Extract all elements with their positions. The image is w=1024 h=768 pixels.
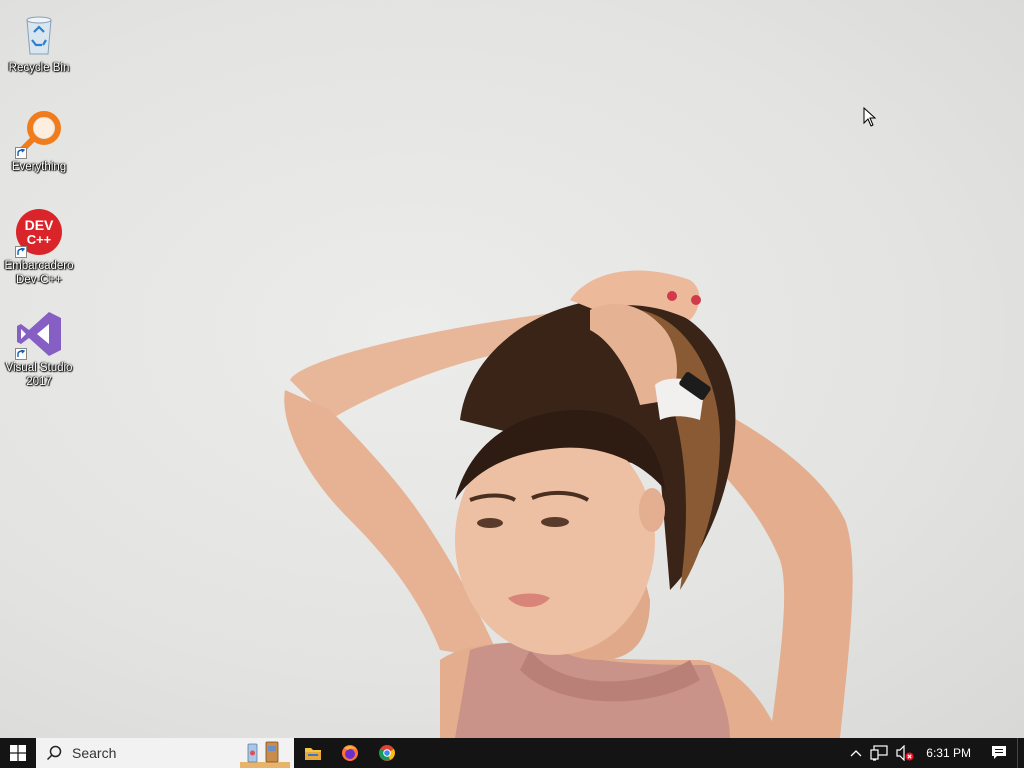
recycle-bin-icon xyxy=(15,10,63,58)
devcpp-icon: DEV C++ xyxy=(15,208,63,258)
network-icon xyxy=(870,745,888,761)
desktop-icon-visual-studio[interactable]: Visual Studio 2017 xyxy=(0,310,78,389)
desktop-icon-label: Embarcadero Dev-C++ xyxy=(4,260,74,286)
chevron-up-icon xyxy=(850,750,862,757)
desktop-icon-label: Everything xyxy=(11,161,67,173)
clock[interactable]: 6:31 PM xyxy=(918,746,981,760)
shortcut-arrow-icon xyxy=(15,348,27,360)
desktop-icon-label: Recycle Bin xyxy=(8,62,70,74)
show-desktop-button[interactable] xyxy=(1017,738,1024,768)
search-highlight-illustration xyxy=(236,738,294,768)
taskbar-file-explorer[interactable] xyxy=(294,738,331,768)
taskbar: Search 6:31 PM xyxy=(0,738,1024,768)
visual-studio-icon xyxy=(15,310,63,360)
taskbar-firefox[interactable] xyxy=(331,738,368,768)
shortcut-arrow-icon xyxy=(15,147,27,159)
folder-icon xyxy=(304,748,321,760)
show-hidden-icons-button[interactable] xyxy=(846,738,866,768)
volume-button[interactable] xyxy=(892,738,918,768)
shortcut-arrow-icon xyxy=(15,246,27,258)
devcpp-badge-line2: C++ xyxy=(27,232,52,247)
start-button[interactable] xyxy=(0,738,36,768)
firefox-icon xyxy=(341,745,358,761)
desktop-icon-devcpp[interactable]: DEV C++ Embarcadero Dev-C++ xyxy=(0,208,78,287)
windows-logo-icon xyxy=(10,745,26,761)
action-center-button[interactable] xyxy=(981,745,1017,761)
search-icon xyxy=(46,745,62,761)
desktop-icon-label: Visual Studio 2017 xyxy=(5,362,73,388)
action-center-icon xyxy=(992,746,1006,759)
desktop-icon-everything[interactable]: Everything xyxy=(0,109,78,174)
network-button[interactable] xyxy=(866,738,892,768)
system-tray: 6:31 PM xyxy=(846,738,1024,768)
chrome-icon xyxy=(378,745,395,761)
mouse-cursor-icon xyxy=(863,106,877,132)
devcpp-badge-line1: DEV xyxy=(25,217,54,233)
taskbar-search-box[interactable]: Search xyxy=(36,738,236,768)
taskbar-chrome[interactable] xyxy=(368,738,405,768)
volume-muted-icon xyxy=(896,745,914,761)
everything-search-icon xyxy=(15,109,63,159)
search-placeholder: Search xyxy=(72,745,117,761)
desktop-icon-recycle-bin[interactable]: Recycle Bin xyxy=(0,10,78,75)
